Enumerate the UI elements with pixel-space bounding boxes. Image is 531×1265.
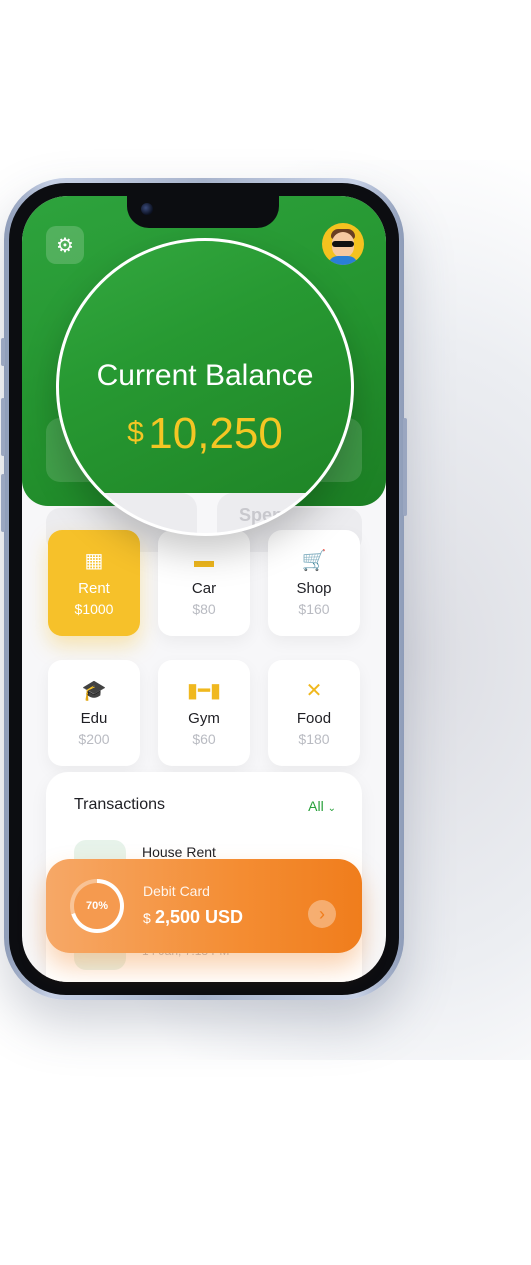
category-food[interactable]: ✕ Food $180 — [268, 660, 360, 766]
category-name: Car — [191, 580, 217, 597]
category-amount: $200 — [78, 731, 110, 747]
category-gym[interactable]: ▮━▮ Gym $60 — [158, 660, 250, 766]
transactions-filter[interactable]: All ⌄ — [308, 798, 336, 814]
phone-side-button — [403, 418, 407, 516]
phone-side-button — [1, 474, 5, 532]
debit-card-label: Debit Card — [143, 883, 210, 899]
balance-value: 10,250 — [148, 409, 283, 458]
chevron-down-icon: ⌄ — [327, 803, 336, 814]
category-name: Edu — [80, 710, 108, 727]
balance-amount: $ 10,250 — [59, 409, 351, 459]
category-shop[interactable]: 🛒 Shop $160 — [268, 530, 360, 636]
category-name: Shop — [296, 580, 332, 597]
graduation-cap-icon: 🎓 — [81, 680, 107, 702]
progress-ring: 70% — [70, 879, 124, 933]
debit-card[interactable]: 70% Debit Card $ 2,500 USD › — [46, 859, 362, 953]
cart-icon: 🛒 — [301, 550, 327, 572]
category-car[interactable]: ▬ Car $80 — [158, 530, 250, 636]
camera-icon — [141, 203, 153, 215]
phone-notch — [127, 196, 279, 228]
filter-label: All — [308, 798, 324, 814]
category-amount: $180 — [298, 731, 330, 747]
category-rent[interactable]: ▦ Rent $1000 — [48, 530, 140, 636]
car-icon: ▬ — [194, 550, 214, 572]
category-edu[interactable]: 🎓 Edu $200 — [48, 660, 140, 766]
category-amount: $60 — [192, 731, 216, 747]
balance-magnifier: Spen Current Balance $ 10,250 — [56, 238, 354, 536]
transaction-name[interactable]: House Rent — [142, 844, 216, 860]
category-name: Gym — [188, 710, 220, 727]
transactions-title: Transactions — [74, 796, 165, 813]
balance-title: Current Balance — [96, 359, 314, 392]
category-name: Rent — [78, 580, 110, 597]
progress-label: 70% — [74, 883, 120, 929]
category-amount: $160 — [298, 601, 330, 617]
category-name: Food — [296, 710, 332, 727]
debit-card-amount: 2,500 USD — [155, 907, 244, 927]
dumbbell-icon: ▮━▮ — [186, 680, 222, 702]
phone-side-button — [1, 398, 5, 456]
magnified-income-tile — [69, 493, 197, 533]
category-amount: $1000 — [74, 601, 114, 617]
balance-currency: $ — [127, 416, 144, 449]
chevron-right-icon[interactable]: › — [308, 900, 336, 928]
utensils-icon: ✕ — [305, 680, 323, 702]
debit-card-currency: $ — [143, 910, 151, 926]
building-icon: ▦ — [84, 550, 104, 572]
phone-side-button — [1, 338, 5, 366]
category-amount: $80 — [192, 601, 216, 617]
spent-label: Spen — [239, 505, 284, 525]
magnified-spent-tile — [217, 493, 351, 533]
